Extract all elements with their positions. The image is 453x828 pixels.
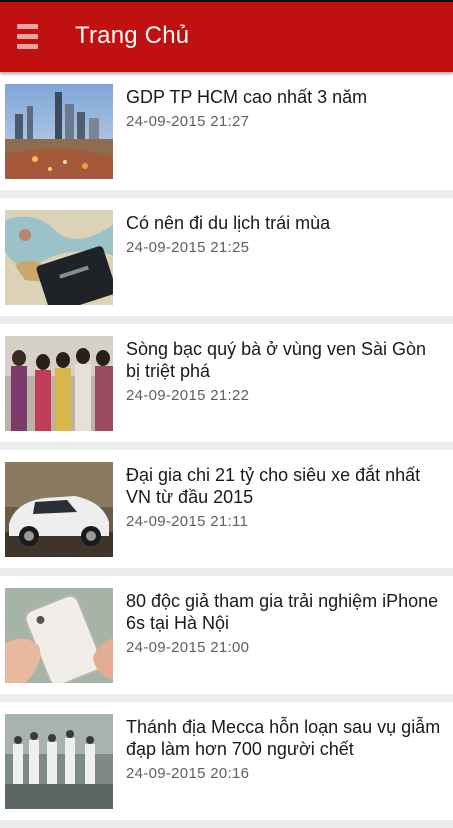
article-timestamp: 24-09-2015 21:27 [126,113,250,130]
article-item[interactable]: Có nên đi du lịch trái mùa 24-09-2015 21… [0,198,453,316]
article-item[interactable]: 80 độc giả tham gia trải nghiệm iPhone 6… [0,576,453,694]
article-thumbnail [5,714,113,809]
article-title: Đại gia chi 21 tỷ cho siêu xe đắt nhất V… [126,465,421,507]
article-title: Có nên đi du lịch trái mùa [126,213,331,233]
article-thumbnail [5,210,113,305]
article-item[interactable]: Đại gia chi 21 tỷ cho siêu xe đắt nhất V… [0,450,453,568]
article-timestamp: 24-09-2015 20:16 [126,765,250,782]
page-title: Trang Chủ [75,22,190,49]
article-list: GDP TP HCM cao nhất 3 năm 24-09-2015 21:… [0,72,453,828]
article-item[interactable]: Sòng bạc quý bà ở vùng ven Sài Gòn bị tr… [0,324,453,442]
article-timestamp: 24-09-2015 21:00 [126,639,250,656]
article-timestamp: 24-09-2015 21:22 [126,387,250,404]
article-item[interactable]: Thánh địa Mecca hỗn loạn sau vụ giẫm đạp… [0,702,453,820]
article-timestamp: 24-09-2015 21:11 [126,513,249,530]
article-thumbnail [5,336,113,431]
hamburger-menu-icon[interactable] [12,20,44,56]
article-thumbnail [5,462,113,557]
article-title: Thánh địa Mecca hỗn loạn sau vụ giẫm đạp… [126,717,441,759]
article-thumbnail [5,588,113,683]
article-item[interactable]: GDP TP HCM cao nhất 3 năm 24-09-2015 21:… [0,72,453,190]
article-title: Sòng bạc quý bà ở vùng ven Sài Gòn bị tr… [126,339,427,381]
app-bar: Trang Chủ [0,0,453,72]
article-title: GDP TP HCM cao nhất 3 năm [126,87,368,107]
article-timestamp: 24-09-2015 21:25 [126,239,250,256]
article-thumbnail [5,84,113,179]
article-title: 80 độc giả tham gia trải nghiệm iPhone 6… [126,591,439,633]
